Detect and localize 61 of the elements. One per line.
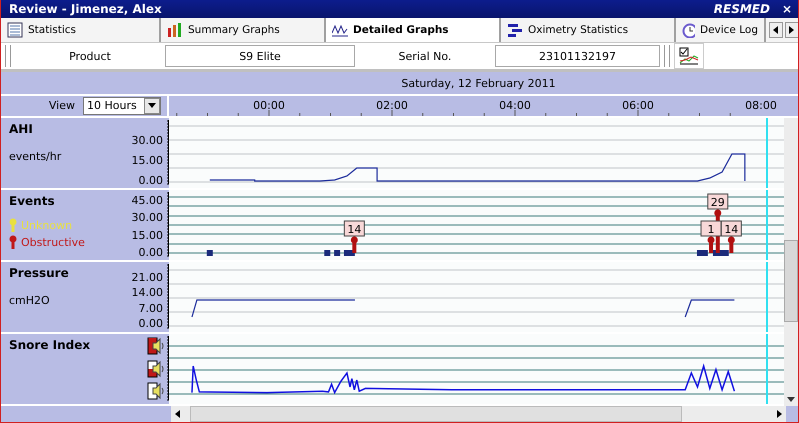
y-axis-label: 0.00	[138, 318, 163, 330]
scroll-left-button[interactable]	[769, 22, 783, 38]
event-marker	[334, 250, 340, 256]
unit-label: cmH2O	[9, 294, 51, 308]
y-axis-label: 14.00	[132, 287, 163, 300]
y-axis-label: 7.00	[138, 302, 163, 315]
serial-field: 23101132197	[495, 45, 660, 68]
horizontal-scrollbar[interactable]	[171, 406, 786, 422]
field-label: Serial No.	[398, 50, 452, 63]
dropdown-button[interactable]	[144, 98, 160, 114]
view-label: View	[48, 99, 75, 112]
time-label: 08:00	[745, 98, 777, 112]
panel-title: Snore Index	[9, 338, 92, 352]
scroll-right-button[interactable]	[785, 22, 798, 38]
event-flag: 14	[720, 220, 742, 254]
panel-title: Pressure	[9, 266, 70, 280]
product-field: S9 Elite	[165, 45, 355, 68]
unit-label: events/hr	[9, 150, 62, 164]
chart-settings-button[interactable]	[674, 43, 704, 70]
vertical-scrollbar[interactable]	[784, 118, 798, 406]
speaker-icon	[147, 382, 165, 400]
speaker-icon	[147, 360, 165, 378]
panel-title: AHI	[9, 122, 34, 136]
legend-label: Obstructive	[21, 236, 85, 249]
wave-icon	[332, 23, 348, 38]
graph-line	[684, 299, 734, 318]
event-flag: 14	[344, 220, 365, 254]
left-arrow-icon	[773, 26, 779, 34]
panel-title: Events	[9, 194, 56, 208]
time-label: 00:00	[253, 98, 285, 112]
field-label: Product	[68, 50, 112, 63]
left-arrow-icon	[175, 410, 180, 418]
y-axis-label: 0.00	[138, 175, 163, 188]
time-label: 02:00	[376, 98, 408, 112]
y-axis-label: 15.00	[132, 230, 163, 242]
date-header: Saturday, 12 February 2011	[400, 76, 557, 90]
time-label: 06:00	[622, 98, 654, 112]
view-dropdown[interactable]: 10 Hours	[83, 96, 161, 115]
y-axis-label: 45.00	[132, 195, 163, 208]
right-arrow-icon	[789, 26, 795, 34]
tab[interactable]: Detailed Graphs	[326, 18, 501, 42]
legend-label: Unknown	[21, 218, 72, 232]
caret-icon	[148, 103, 156, 108]
event-flag: 1	[700, 220, 722, 254]
brand-logo: RESMED	[714, 2, 770, 16]
speaker-icon	[147, 337, 165, 356]
window-title: Review - Jimenez, Alex	[9, 2, 163, 16]
time-label: 04:00	[499, 98, 531, 112]
close-button[interactable]: ×	[782, 2, 792, 16]
chart-settings-icon	[679, 47, 699, 66]
y-axis-label: 30.00	[132, 135, 163, 148]
list-icon	[7, 22, 23, 38]
bar-chart-icon	[167, 22, 183, 38]
down-arrow-icon	[787, 397, 795, 402]
right-arrow-icon	[777, 410, 782, 418]
y-axis-label: 30.00	[132, 212, 163, 224]
y-axis-label: 15.00	[132, 155, 163, 168]
y-axis-label: 0.00	[138, 247, 163, 260]
y-axis-label: 21.00	[132, 272, 163, 284]
alarm-clock-icon	[682, 22, 695, 38]
gantt-icon	[507, 23, 523, 38]
